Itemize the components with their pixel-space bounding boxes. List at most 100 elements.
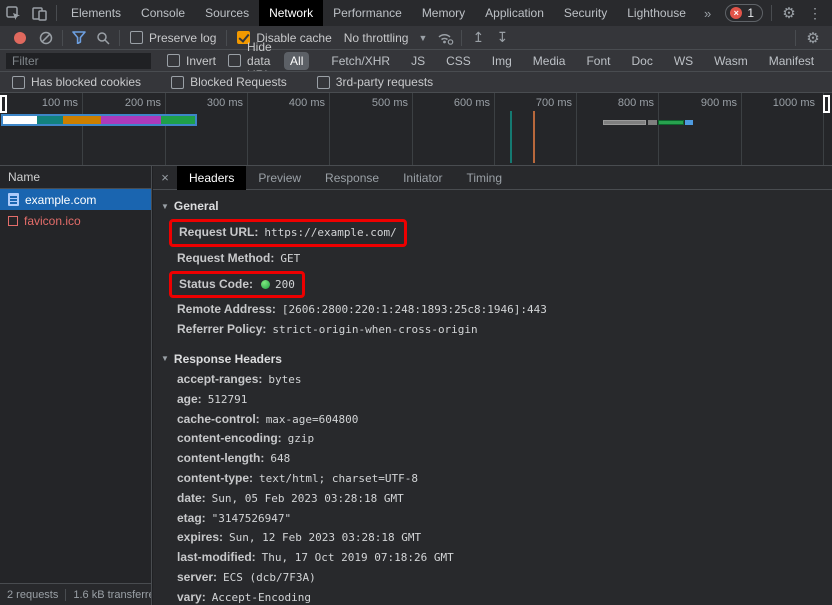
search-icon[interactable] [91,28,115,48]
general-section-header[interactable]: ▼ General [159,195,832,217]
header-value: strict-origin-when-cross-origin [272,323,477,336]
checkbox-unchecked [228,54,241,67]
clear-icon[interactable] [34,28,58,48]
network-overview-timeline[interactable]: 100 ms 200 ms 300 ms 400 ms 500 ms 600 m… [0,92,832,166]
tab-timing[interactable]: Timing [454,166,514,190]
tab-response[interactable]: Response [313,166,391,190]
response-header-row: last-modified:Thu, 17 Oct 2019 07:18:26 … [159,548,832,568]
has-blocked-cookies-checkbox[interactable]: Has blocked cookies [6,75,147,89]
filter-type-fetch-xhr[interactable]: Fetch/XHR [325,52,396,70]
tab-headers[interactable]: Headers [177,166,246,190]
tab-performance[interactable]: Performance [323,0,412,26]
header-name: Referrer Policy: [177,322,266,336]
response-headers-section-header[interactable]: ▼ Response Headers [159,348,832,370]
filter-type-media[interactable]: Media [527,52,572,70]
import-har-icon[interactable]: ↥ [466,28,490,48]
filter-type-font[interactable]: Font [580,52,616,70]
invert-checkbox[interactable]: Invert [161,54,222,68]
tab-preview[interactable]: Preview [246,166,313,190]
checkbox-unchecked [167,54,180,67]
divider [771,5,772,21]
request-row-favicon-ico[interactable]: favicon.ico [0,210,151,231]
tab-security[interactable]: Security [554,0,617,26]
network-conditions-icon[interactable] [433,28,457,48]
filter-type-js[interactable]: JS [405,52,431,70]
gridline [412,93,413,166]
header-name: age: [177,392,202,406]
filter-type-all[interactable]: All [284,52,309,70]
tab-network[interactable]: Network [259,0,323,26]
section-title-text: Response Headers [174,352,282,366]
header-value: text/html; charset=UTF-8 [259,472,418,485]
tick-label: 100 ms [22,97,78,109]
main-tabbar: Elements Console Sources Network Perform… [0,0,832,26]
inspect-element-icon[interactable] [0,0,26,26]
divider [461,30,462,46]
tick-label: 700 ms [516,97,572,109]
response-header-row: vary:Accept-Encoding [159,588,832,605]
blocked-requests-checkbox[interactable]: Blocked Requests [165,75,293,89]
tab-application[interactable]: Application [475,0,554,26]
tick-label: 400 ms [269,97,325,109]
response-header-row: date:Sun, 05 Feb 2023 03:28:18 GMT [159,489,832,509]
checkbox-unchecked [12,76,25,89]
header-value: max-age=604800 [266,413,359,426]
divider [62,30,63,46]
request-row-example-com[interactable]: example.com [0,189,151,210]
tab-memory[interactable]: Memory [412,0,475,26]
third-party-requests-label: 3rd-party requests [336,75,433,89]
status-code-annotation-box: Status Code:200 [169,271,305,299]
filter-type-img[interactable]: Img [486,52,518,70]
settings-gear-icon[interactable]: ⚙ [776,0,802,26]
request-name: favicon.ico [24,214,81,228]
header-name: Request URL: [179,225,258,239]
header-value: Thu, 17 Oct 2019 07:18:26 GMT [262,551,454,564]
preserve-log-label: Preserve log [149,31,216,45]
request-details-panel: × Headers Preview Response Initiator Tim… [153,166,832,605]
tab-elements[interactable]: Elements [61,0,131,26]
filter-type-ws[interactable]: WS [668,52,699,70]
request-waterfall-bar-main[interactable] [1,114,197,126]
header-name: accept-ranges: [177,372,262,386]
device-toolbar-icon[interactable] [26,0,52,26]
header-name: date: [177,491,206,505]
filter-type-doc[interactable]: Doc [625,52,658,70]
domcontentloaded-event-line [510,111,512,163]
error-badge[interactable]: × 1 [725,4,763,22]
close-icon[interactable]: × [153,170,177,185]
request-url-annotation-box: Request URL:https://example.com/ [169,219,407,247]
preserve-log-checkbox[interactable]: Preserve log [124,31,222,45]
overview-window-left-handle[interactable] [0,95,7,113]
header-value: bytes [268,373,301,386]
kebab-menu-icon[interactable]: ⋮ [802,0,828,26]
header-value: 512791 [208,393,248,406]
request-method-row: Request Method:GET [159,249,832,269]
overview-window-right-handle[interactable] [823,95,830,113]
error-icon: × [730,7,742,19]
third-party-requests-checkbox[interactable]: 3rd-party requests [311,75,439,89]
gridline [741,93,742,166]
blocked-requests-label: Blocked Requests [190,75,287,89]
filter-input[interactable] [6,53,151,69]
record-icon[interactable] [14,32,26,44]
tab-initiator[interactable]: Initiator [391,166,454,190]
more-tabs-icon[interactable]: » [696,6,719,21]
header-name: etag: [177,511,206,525]
filter-funnel-icon[interactable] [67,28,91,48]
column-header-name[interactable]: Name [0,166,151,189]
tab-lighthouse[interactable]: Lighthouse [617,0,696,26]
divider [56,5,57,21]
network-settings-gear-icon[interactable]: ⚙ [800,25,826,51]
tick-label: 800 ms [598,97,654,109]
response-header-row: age: 512791 [159,390,832,410]
response-header-row: expires:Sun, 12 Feb 2023 03:28:18 GMT [159,528,832,548]
filter-type-css[interactable]: CSS [440,52,477,70]
filter-type-wasm[interactable]: Wasm [708,52,754,70]
export-har-icon[interactable]: ↧ [490,28,514,48]
throttling-dropdown[interactable]: No throttling ▼ [338,31,434,45]
filter-type-manifest[interactable]: Manifest [763,52,820,70]
transferred-size: 1.6 kB transferred [73,589,151,601]
tab-console[interactable]: Console [131,0,195,26]
filter-bar: Invert Hide data URLs All Fetch/XHR JS C… [0,49,832,71]
tab-sources[interactable]: Sources [195,0,259,26]
